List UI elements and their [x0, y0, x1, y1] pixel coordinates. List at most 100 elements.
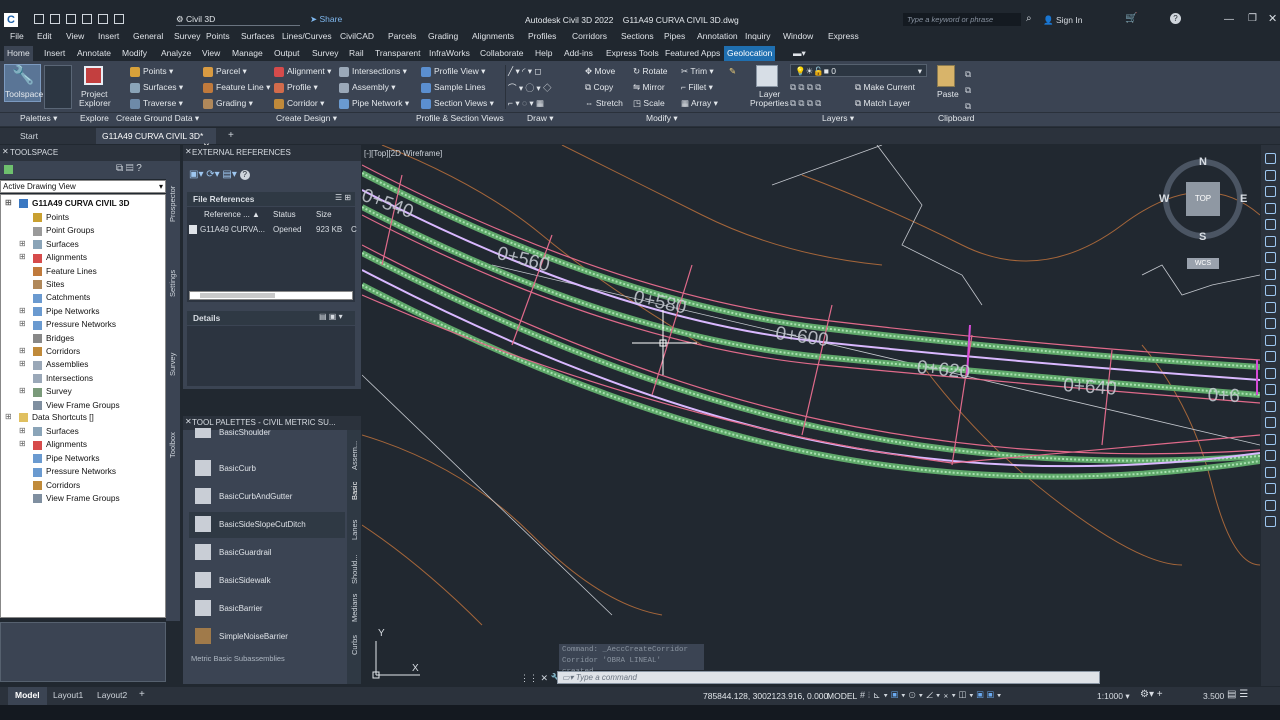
stretch-button[interactable]: ⇔ Stretch [585, 98, 623, 108]
toolspace-new-icon[interactable] [4, 165, 13, 174]
traverse-button[interactable]: Traverse ▾ [130, 98, 183, 109]
tree-root-drawing[interactable]: ⊞ G11A49 CURVA CIVIL 3D [5, 198, 129, 209]
model-space-toggle[interactable]: MODEL [827, 691, 857, 701]
tab-rail[interactable]: Rail [346, 46, 367, 61]
compass-south[interactable]: S [1199, 231, 1206, 243]
expand-icon[interactable]: ⊞ [19, 252, 26, 261]
palette-item-basicbarrier[interactable]: BasicBarrier [189, 596, 345, 622]
expand-icon[interactable]: ⊞ [19, 426, 26, 435]
intersections-button[interactable]: Intersections ▾ [339, 66, 407, 77]
tab-geolocation[interactable]: Geolocation [724, 46, 776, 61]
shortcut-item-corridors[interactable]: Corridors [33, 480, 80, 490]
layer-tools-row-2[interactable]: ⧉ ⧉ ⧉ ⧉ [790, 82, 821, 93]
layout-tab-layout2[interactable]: Layout2 [90, 687, 134, 705]
tab-view[interactable]: View [199, 46, 223, 61]
cart-icon[interactable]: 🛒 [1125, 13, 1137, 24]
layout-tab-layout1[interactable]: Layout1 [46, 687, 90, 705]
tab-collaborate[interactable]: Collaborate [477, 46, 526, 61]
expand-icon[interactable]: ⊞ [5, 412, 12, 421]
xref-scrollbar[interactable] [189, 291, 353, 300]
close-icon[interactable]: ✕ [2, 147, 9, 156]
close-icon[interactable]: ✕ [185, 417, 192, 426]
nav-tool-icon[interactable] [1265, 384, 1276, 395]
layout-tab-model[interactable]: Model [8, 687, 47, 705]
palette-tab-medians[interactable]: Medians [350, 594, 359, 622]
nav-tool-icon[interactable] [1265, 285, 1276, 296]
tree-item-feature-lines[interactable]: Feature Lines [33, 266, 97, 276]
tab-survey[interactable]: Survey [309, 46, 341, 61]
nav-tool-icon[interactable] [1265, 219, 1276, 230]
menu-alignments[interactable]: Alignments [472, 31, 514, 41]
tree-item-bridges[interactable]: Bridges [33, 333, 74, 343]
scale-button[interactable]: ◳ Scale [633, 98, 665, 109]
tab-analyze[interactable]: Analyze [158, 46, 194, 61]
array-button[interactable]: ▦ Array ▾ [681, 98, 718, 109]
col-reference[interactable]: Reference ... ▲ [204, 210, 260, 219]
tree-item-catchments[interactable]: Catchments [33, 292, 90, 303]
project-explorer-label-2[interactable]: Explorer [79, 98, 111, 108]
restore-button[interactable]: ❐ [1248, 13, 1257, 24]
nav-tool-icon[interactable] [1265, 367, 1276, 379]
customize-icon[interactable]: ▤ ☰ [1227, 689, 1248, 700]
tab-settings[interactable]: Settings [168, 270, 177, 297]
alignment-button[interactable]: Alignment ▾ [274, 66, 331, 77]
make-current-button[interactable]: ⧉ Make Current [855, 82, 915, 93]
menu-survey[interactable]: Survey [174, 31, 200, 41]
tab-modify[interactable]: Modify [119, 46, 150, 61]
palette-tab-basic[interactable]: Basic [350, 482, 359, 500]
layer-properties-icon[interactable] [756, 65, 778, 87]
menu-corridors[interactable]: Corridors [572, 31, 607, 41]
tree-item-corridors[interactable]: ⊞ Corridors [19, 346, 80, 357]
tab-manage[interactable]: Manage [229, 46, 266, 61]
pencil-icon[interactable]: ✎ [729, 66, 736, 77]
shortcut-item-view-frame-groups[interactable]: View Frame Groups [33, 493, 120, 504]
coordinates-readout[interactable]: 785844.128, 3002123.916, 0.000 [703, 691, 828, 701]
share-button[interactable]: ➤ Share [310, 14, 342, 25]
add-layout-button[interactable]: + [139, 689, 145, 700]
menu-points[interactable]: Points [206, 31, 230, 41]
menu-inquiry[interactable]: Inquiry [745, 31, 771, 41]
menu-annotation[interactable]: Annotation [697, 31, 738, 41]
tree-item-intersections[interactable]: Intersections [33, 373, 93, 384]
nav-tool-icon[interactable] [1265, 499, 1276, 511]
tab-start[interactable]: Start [20, 131, 38, 141]
rotate-button[interactable]: ↻ Rotate [633, 66, 668, 77]
drafting-toggles[interactable]: #⦙⊾▾▣▾⊙▾∠▾⨯▾◫▾▣▣▾ [860, 690, 1004, 701]
palette-item-basicsidewalk[interactable]: BasicSidewalk [189, 568, 345, 594]
units-value[interactable]: 3.500 [1203, 691, 1224, 701]
move-button[interactable]: ✥ Move [585, 66, 615, 77]
assembly-button[interactable]: Assembly ▾ [339, 82, 395, 93]
palette-tab-lanes[interactable]: Lanes [350, 520, 359, 540]
command-tools[interactable]: ⋮⋮ ✕ 🔧 [520, 673, 562, 684]
paste-icon[interactable] [937, 65, 955, 87]
line-tool[interactable]: ╱ ▾ ◜ ▾ ◻ [508, 66, 541, 77]
close-icon[interactable]: ✕ [185, 147, 192, 156]
palette-item-basicshoulder[interactable]: BasicShoulder [189, 428, 345, 442]
points-button[interactable]: Points ▾ [130, 66, 173, 77]
menu-sections[interactable]: Sections [621, 31, 654, 41]
layer-dropdown[interactable]: 💡☀🔓■ 0 ▾ [790, 64, 927, 77]
menu-linescurves[interactable]: Lines/Curves [282, 31, 332, 41]
clipboard-icons[interactable]: ⧉ ⧉ ⧉ [965, 66, 971, 114]
details-icons[interactable]: ▤ ▣ ▾ [319, 312, 343, 321]
profile-view-button[interactable]: Profile View ▾ [421, 66, 485, 77]
search-input[interactable]: Type a keyword or phrase [903, 13, 1021, 26]
nav-tool-icon[interactable] [1265, 466, 1276, 478]
tab-drawing[interactable]: G11A49 CURVA CIVIL 3D* ✕ [96, 128, 216, 151]
toolspace-icons[interactable]: ⧉ ▤ ? [116, 163, 142, 174]
nav-tool-icon[interactable] [1265, 235, 1276, 247]
nav-tool-icon[interactable] [1265, 301, 1276, 313]
xref-row[interactable]: G11A49 CURVA... Opened 923 KB C [187, 223, 357, 237]
nav-tool-icon[interactable] [1265, 334, 1276, 346]
tab-annotate[interactable]: Annotate [74, 46, 114, 61]
menu-view[interactable]: View [66, 31, 84, 41]
nav-tool-icon[interactable] [1265, 186, 1276, 197]
grading-button[interactable]: Grading ▾ [203, 98, 253, 109]
tree-item-surfaces[interactable]: ⊞ Surfaces [19, 239, 79, 250]
tree-item-pressure-networks[interactable]: ⊞ Pressure Networks [19, 319, 116, 330]
compass-north[interactable]: N [1199, 156, 1207, 168]
expand-icon[interactable]: ⊞ [19, 439, 26, 448]
menu-window[interactable]: Window [783, 31, 813, 41]
palette-item-basicguardrail[interactable]: BasicGuardrail [189, 540, 345, 566]
expand-icon[interactable]: ⊞ [19, 346, 26, 355]
